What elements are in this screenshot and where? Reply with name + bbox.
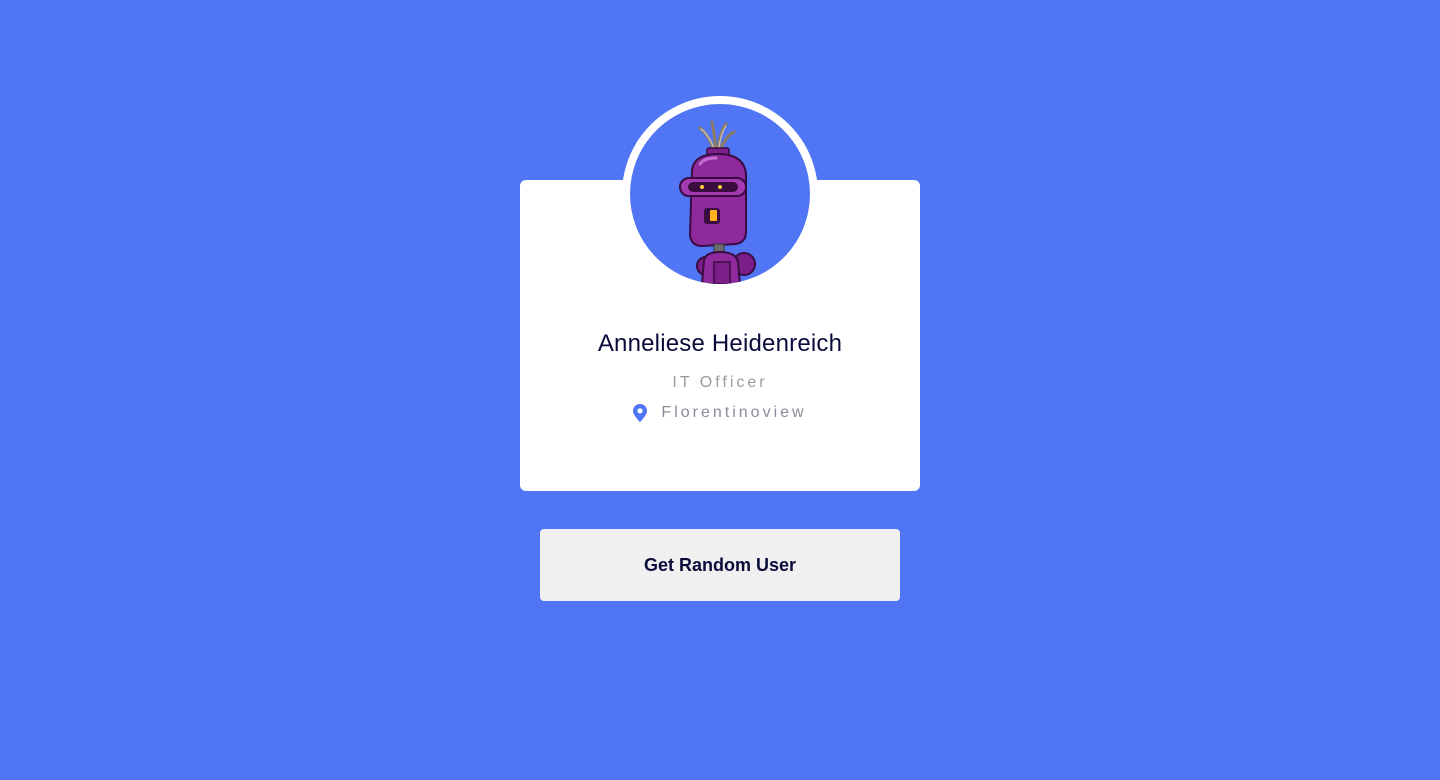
avatar	[630, 104, 810, 284]
user-location: Florentinoview	[520, 404, 920, 422]
page: Anneliese Heidenreich IT Officer Florent…	[0, 0, 1440, 780]
user-job-title: IT Officer	[672, 374, 768, 391]
user-name: Anneliese Heidenreich	[597, 330, 843, 357]
user-location-label: Florentinoview	[661, 404, 807, 421]
robot-avatar-image	[679, 120, 756, 284]
get-random-user-button[interactable]: Get Random User	[540, 529, 900, 601]
map-pin-icon	[633, 404, 648, 422]
